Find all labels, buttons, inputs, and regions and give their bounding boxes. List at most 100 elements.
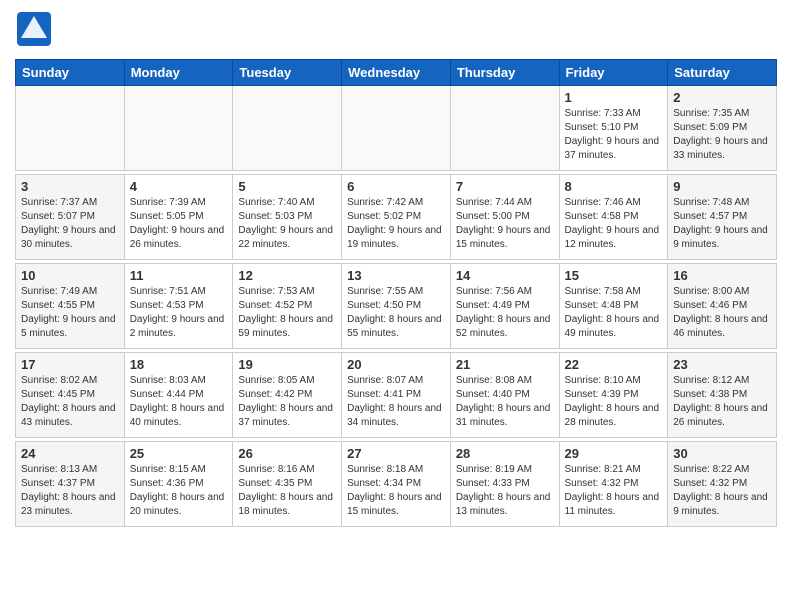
- weekday-header-row: Sunday Monday Tuesday Wednesday Thursday…: [16, 60, 777, 86]
- calendar-cell: 24 Sunrise: 8:13 AM Sunset: 4:37 PM Dayli…: [16, 442, 125, 527]
- calendar-cell: 20 Sunrise: 8:07 AM Sunset: 4:41 PM Dayli…: [342, 353, 451, 438]
- calendar-cell: [342, 86, 451, 171]
- calendar-cell: [450, 86, 559, 171]
- day-number: 20: [347, 357, 445, 372]
- day-info: Sunrise: 8:02 AM Sunset: 4:45 PM Dayligh…: [21, 374, 119, 430]
- col-thursday: Thursday: [450, 60, 559, 86]
- day-number: 23: [673, 357, 771, 372]
- calendar-cell: 13 Sunrise: 7:55 AM Sunset: 4:50 PM Dayli…: [342, 264, 451, 349]
- calendar-cell: 3Sunrise: 7:37 AM Sunset: 5:07 PM Daylig…: [16, 175, 125, 260]
- day-number: 6: [347, 179, 445, 194]
- day-number: 10: [21, 268, 119, 283]
- day-info: Sunrise: 7:35 AM Sunset: 5:09 PM Dayligh…: [673, 107, 771, 163]
- day-info: Sunrise: 8:07 AM Sunset: 4:41 PM Dayligh…: [347, 374, 445, 430]
- page: Sunday Monday Tuesday Wednesday Thursday…: [0, 0, 792, 537]
- calendar-cell: 25 Sunrise: 8:15 AM Sunset: 4:36 PM Dayli…: [124, 442, 233, 527]
- day-info: Sunrise: 7:49 AM Sunset: 4:55 PM Dayligh…: [21, 285, 119, 341]
- calendar-cell: [233, 86, 342, 171]
- calendar-cell: 1 Sunrise: 7:33 AM Sunset: 5:10 PM Daylig…: [559, 86, 668, 171]
- calendar-cell: 23Sunrise: 8:12 AM Sunset: 4:38 PM Dayli…: [668, 353, 777, 438]
- day-number: 28: [456, 446, 554, 461]
- col-friday: Friday: [559, 60, 668, 86]
- calendar-cell: [124, 86, 233, 171]
- day-number: 8: [565, 179, 663, 194]
- day-info: Sunrise: 8:15 AM Sunset: 4:36 PM Dayligh…: [130, 463, 228, 519]
- calendar-cell: 2 Sunrise: 7:35 AM Sunset: 5:09 PM Daylig…: [668, 86, 777, 171]
- day-info: Sunrise: 7:48 AM Sunset: 4:57 PM Dayligh…: [673, 196, 771, 252]
- calendar-cell: 4 Sunrise: 7:39 AM Sunset: 5:05 PM Daylig…: [124, 175, 233, 260]
- day-info: Sunrise: 8:21 AM Sunset: 4:32 PM Dayligh…: [565, 463, 663, 519]
- day-number: 18: [130, 357, 228, 372]
- day-info: Sunrise: 8:22 AM Sunset: 4:32 PM Dayligh…: [673, 463, 771, 519]
- day-info: Sunrise: 8:05 AM Sunset: 4:42 PM Dayligh…: [238, 374, 336, 430]
- day-number: 14: [456, 268, 554, 283]
- calendar-cell: 12 Sunrise: 7:53 AM Sunset: 4:52 PM Dayli…: [233, 264, 342, 349]
- day-number: 22: [565, 357, 663, 372]
- day-number: 30: [673, 446, 771, 461]
- calendar-cell: 28 Sunrise: 8:19 AM Sunset: 4:33 PM Dayli…: [450, 442, 559, 527]
- day-info: Sunrise: 7:39 AM Sunset: 5:05 PM Dayligh…: [130, 196, 228, 252]
- day-number: 9: [673, 179, 771, 194]
- day-number: 15: [565, 268, 663, 283]
- day-info: Sunrise: 7:53 AM Sunset: 4:52 PM Dayligh…: [238, 285, 336, 341]
- col-tuesday: Tuesday: [233, 60, 342, 86]
- calendar-cell: 26 Sunrise: 8:16 AM Sunset: 4:35 PM Dayli…: [233, 442, 342, 527]
- day-info: Sunrise: 8:03 AM Sunset: 4:44 PM Dayligh…: [130, 374, 228, 430]
- calendar-cell: 29 Sunrise: 8:21 AM Sunset: 4:32 PM Dayli…: [559, 442, 668, 527]
- day-number: 7: [456, 179, 554, 194]
- calendar-cell: 7 Sunrise: 7:44 AM Sunset: 5:00 PM Daylig…: [450, 175, 559, 260]
- day-info: Sunrise: 7:56 AM Sunset: 4:49 PM Dayligh…: [456, 285, 554, 341]
- calendar-cell: 14 Sunrise: 7:56 AM Sunset: 4:49 PM Dayli…: [450, 264, 559, 349]
- day-number: 13: [347, 268, 445, 283]
- day-number: 3: [21, 179, 119, 194]
- calendar-week-row: 17Sunrise: 8:02 AM Sunset: 4:45 PM Dayli…: [16, 353, 777, 438]
- day-number: 25: [130, 446, 228, 461]
- day-number: 2: [673, 90, 771, 105]
- calendar-cell: 15 Sunrise: 7:58 AM Sunset: 4:48 PM Dayli…: [559, 264, 668, 349]
- day-info: Sunrise: 8:19 AM Sunset: 4:33 PM Dayligh…: [456, 463, 554, 519]
- day-number: 12: [238, 268, 336, 283]
- day-info: Sunrise: 7:42 AM Sunset: 5:02 PM Dayligh…: [347, 196, 445, 252]
- calendar-week-row: 10 Sunrise: 7:49 AM Sunset: 4:55 PM Dayli…: [16, 264, 777, 349]
- calendar-cell: 18 Sunrise: 8:03 AM Sunset: 4:44 PM Dayli…: [124, 353, 233, 438]
- day-number: 16: [673, 268, 771, 283]
- calendar-cell: 6 Sunrise: 7:42 AM Sunset: 5:02 PM Daylig…: [342, 175, 451, 260]
- calendar-cell: 30 Sunrise: 8:22 AM Sunset: 4:32 PM Dayli…: [668, 442, 777, 527]
- col-monday: Monday: [124, 60, 233, 86]
- day-info: Sunrise: 7:33 AM Sunset: 5:10 PM Dayligh…: [565, 107, 663, 163]
- day-number: 24: [21, 446, 119, 461]
- day-info: Sunrise: 8:16 AM Sunset: 4:35 PM Dayligh…: [238, 463, 336, 519]
- calendar-cell: 27 Sunrise: 8:18 AM Sunset: 4:34 PM Dayli…: [342, 442, 451, 527]
- day-info: Sunrise: 8:08 AM Sunset: 4:40 PM Dayligh…: [456, 374, 554, 430]
- calendar-cell: [16, 86, 125, 171]
- day-info: Sunrise: 8:13 AM Sunset: 4:37 PM Dayligh…: [21, 463, 119, 519]
- day-number: 11: [130, 268, 228, 283]
- calendar-week-row: 24 Sunrise: 8:13 AM Sunset: 4:37 PM Dayli…: [16, 442, 777, 527]
- day-number: 26: [238, 446, 336, 461]
- col-wednesday: Wednesday: [342, 60, 451, 86]
- day-number: 21: [456, 357, 554, 372]
- day-info: Sunrise: 7:44 AM Sunset: 5:00 PM Dayligh…: [456, 196, 554, 252]
- day-number: 29: [565, 446, 663, 461]
- day-info: Sunrise: 8:10 AM Sunset: 4:39 PM Dayligh…: [565, 374, 663, 430]
- day-info: Sunrise: 8:18 AM Sunset: 4:34 PM Dayligh…: [347, 463, 445, 519]
- day-number: 19: [238, 357, 336, 372]
- calendar-cell: 11 Sunrise: 7:51 AM Sunset: 4:53 PM Dayli…: [124, 264, 233, 349]
- calendar-cell: 9 Sunrise: 7:48 AM Sunset: 4:57 PM Daylig…: [668, 175, 777, 260]
- day-number: 5: [238, 179, 336, 194]
- day-number: 27: [347, 446, 445, 461]
- logo: [15, 10, 57, 53]
- calendar-week-row: 1 Sunrise: 7:33 AM Sunset: 5:10 PM Daylig…: [16, 86, 777, 171]
- day-number: 4: [130, 179, 228, 194]
- calendar-cell: 21 Sunrise: 8:08 AM Sunset: 4:40 PM Dayli…: [450, 353, 559, 438]
- day-info: Sunrise: 7:55 AM Sunset: 4:50 PM Dayligh…: [347, 285, 445, 341]
- calendar-cell: 22 Sunrise: 8:10 AM Sunset: 4:39 PM Dayli…: [559, 353, 668, 438]
- day-info: Sunrise: 7:51 AM Sunset: 4:53 PM Dayligh…: [130, 285, 228, 341]
- calendar-cell: 5Sunrise: 7:40 AM Sunset: 5:03 PM Daylig…: [233, 175, 342, 260]
- calendar-cell: 16Sunrise: 8:00 AM Sunset: 4:46 PM Dayli…: [668, 264, 777, 349]
- day-info: Sunrise: 7:46 AM Sunset: 4:58 PM Dayligh…: [565, 196, 663, 252]
- day-number: 1: [565, 90, 663, 105]
- calendar-cell: 8 Sunrise: 7:46 AM Sunset: 4:58 PM Daylig…: [559, 175, 668, 260]
- day-info: Sunrise: 7:58 AM Sunset: 4:48 PM Dayligh…: [565, 285, 663, 341]
- calendar-cell: 19 Sunrise: 8:05 AM Sunset: 4:42 PM Dayli…: [233, 353, 342, 438]
